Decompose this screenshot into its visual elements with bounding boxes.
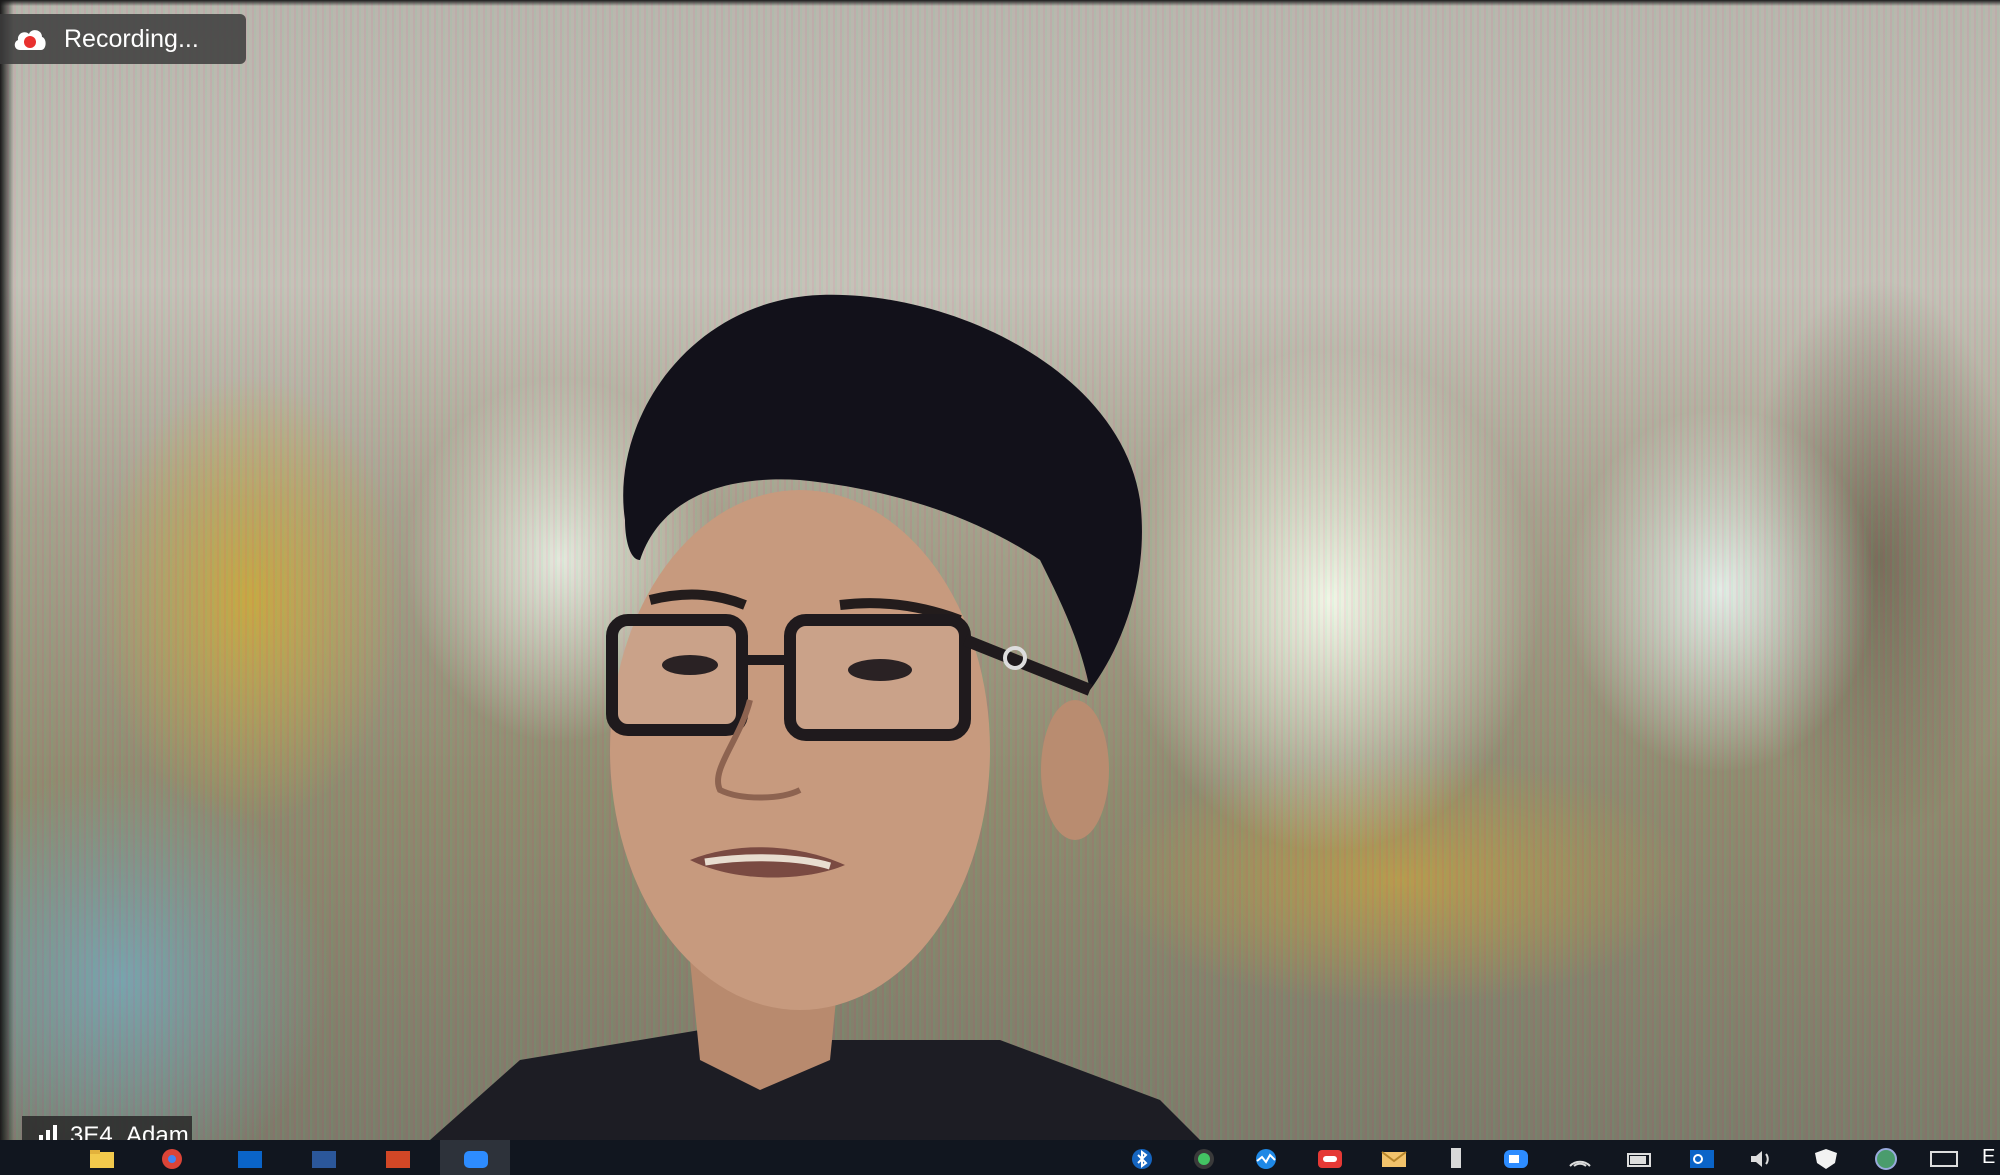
word-icon[interactable] <box>310 1148 338 1170</box>
monitor-bezel-top <box>0 0 2000 6</box>
globe-icon[interactable] <box>1872 1148 1900 1170</box>
usb-drive-icon[interactable] <box>1442 1148 1470 1170</box>
security-shield-icon[interactable] <box>1812 1148 1840 1170</box>
chrome-icon[interactable] <box>158 1148 186 1170</box>
volume-icon[interactable] <box>1748 1148 1776 1170</box>
recording-cloud-icon <box>12 24 48 54</box>
keyboard-icon[interactable] <box>1930 1148 1958 1170</box>
mail-icon[interactable] <box>1380 1148 1408 1170</box>
outlook-icon[interactable] <box>236 1148 264 1170</box>
participant-person <box>430 294 1200 1140</box>
outlook-tray-icon[interactable] <box>1688 1148 1716 1170</box>
zoom-tray-icon[interactable] <box>1502 1148 1530 1170</box>
recording-label: Recording... <box>64 24 199 53</box>
powerpoint-icon[interactable] <box>384 1148 412 1170</box>
wifi-icon[interactable] <box>1566 1148 1594 1170</box>
performance-monitor-icon[interactable] <box>1252 1148 1280 1170</box>
zoom-icon[interactable] <box>462 1148 490 1170</box>
green-shield-icon[interactable] <box>1190 1148 1218 1170</box>
file-explorer-icon[interactable] <box>88 1148 116 1170</box>
recording-indicator[interactable]: Recording... <box>0 14 246 64</box>
battery-icon[interactable] <box>1626 1148 1654 1170</box>
windows-taskbar: E <box>0 1140 2000 1175</box>
language-indicator[interactable]: E <box>1982 1146 1995 1169</box>
red-app-icon[interactable] <box>1316 1148 1344 1170</box>
monitor-bezel-left <box>0 0 14 1140</box>
zoom-video-window: Recording... 3E4_Adam E <box>0 0 2000 1175</box>
bluetooth-icon[interactable] <box>1128 1148 1156 1170</box>
